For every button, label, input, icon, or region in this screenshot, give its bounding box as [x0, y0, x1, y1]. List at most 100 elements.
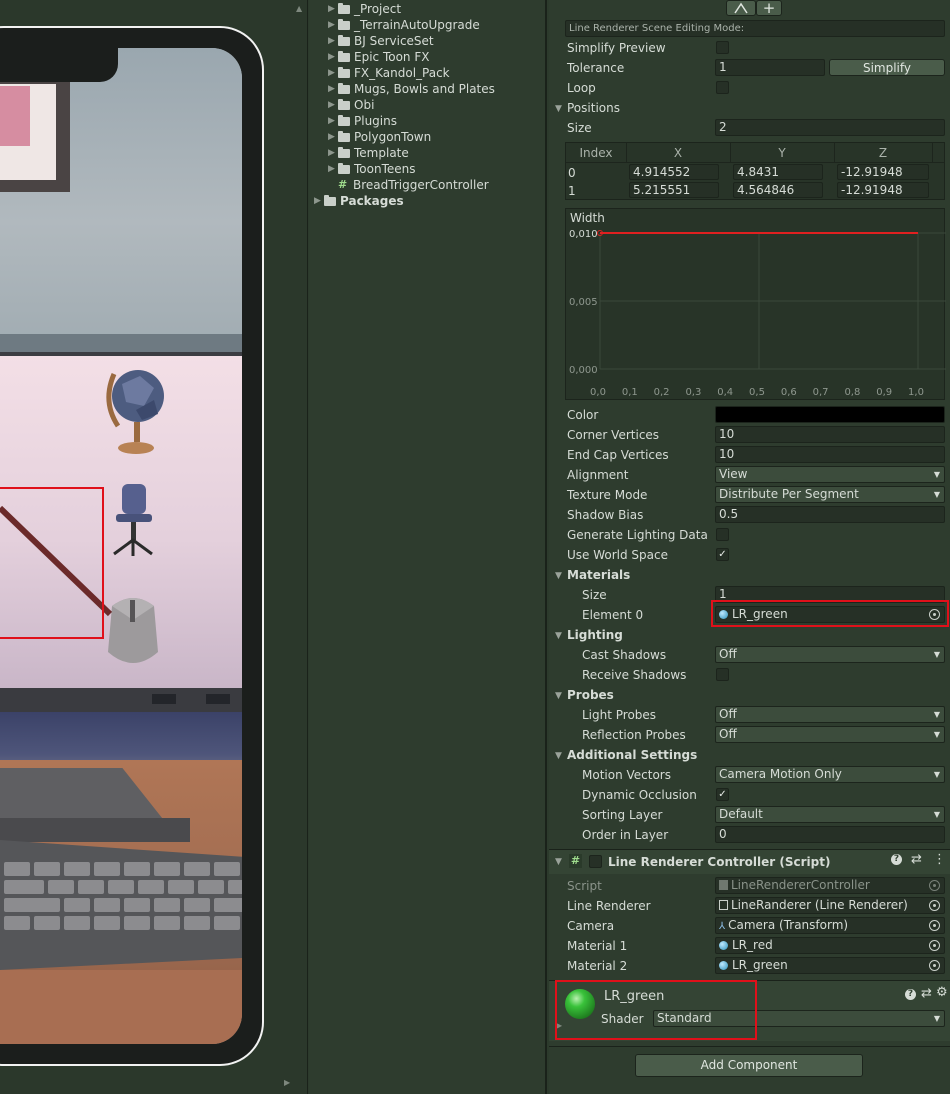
lighting-header[interactable]: Lighting	[567, 628, 623, 642]
chevron-right-icon[interactable]: ▶	[328, 116, 338, 126]
tree-item[interactable]: ▶ Plugins	[328, 113, 566, 129]
width-curve-editor[interactable]: Width 0,0 0,1 0,2 0,3 0,4 0,5 0,6 0,7 0,8 0,9 1,0 0…	[565, 208, 946, 400]
fold-down-icon[interactable]: ▼	[555, 691, 562, 701]
tree-item[interactable]: ▶ ToonTeens	[328, 161, 566, 177]
material-1-value: LR_red	[732, 938, 773, 952]
chevron-right-icon[interactable]: ▶	[328, 68, 338, 78]
object-picker-icon[interactable]	[929, 920, 940, 931]
inspector-panel[interactable]: + Line Renderer Scene Editing Mode: Simp…	[549, 0, 950, 1094]
chevron-right-icon[interactable]: ▶	[314, 196, 324, 206]
edit-points-button[interactable]	[726, 0, 756, 16]
positions-size-field[interactable]: 2	[715, 119, 945, 136]
tree-item[interactable]: ▶ Epic Toon FX	[328, 49, 566, 65]
chevron-right-icon[interactable]: ▶	[328, 100, 338, 110]
simplify-preview-checkbox[interactable]	[716, 41, 729, 54]
property-label: Color	[567, 408, 599, 422]
property-field[interactable]: 0.5	[715, 506, 945, 523]
chevron-right-icon[interactable]: ▶	[328, 36, 338, 46]
tree-item[interactable]: ▶ FX_Kandol_Pack	[328, 65, 566, 81]
chevron-right-icon[interactable]: ▶	[328, 20, 338, 30]
position-y-field[interactable]: 4.564846	[733, 182, 823, 198]
property-field[interactable]: 10	[715, 446, 945, 463]
chevron-right-icon[interactable]: ▶	[328, 132, 338, 142]
position-x-field[interactable]: 4.914552	[629, 164, 719, 180]
tree-item[interactable]: ▶ _TerrainAutoUpgrade	[328, 17, 566, 33]
tree-item[interactable]: ▶ BJ ServiceSet	[328, 33, 566, 49]
chevron-right-icon[interactable]: ▶	[328, 52, 338, 62]
property-label: Use World Space	[567, 548, 669, 562]
fold-down-icon[interactable]: ▼	[555, 104, 562, 114]
receive-shadows-checkbox[interactable]	[716, 668, 729, 681]
fold-down-icon[interactable]: ▼	[555, 751, 562, 761]
project-panel[interactable]: ▶ _Project ▶ _TerrainAutoUpgrade ▶ BJ Service…	[309, 0, 547, 1094]
line-renderer-value: LineRanderer (Line Renderer)	[731, 898, 908, 912]
fold-down-icon[interactable]: ▼	[555, 631, 562, 641]
tree-item[interactable]: # BreadTriggerController	[328, 177, 566, 193]
presets-icon[interactable]: ⇄	[911, 852, 922, 867]
position-z-field[interactable]: -12.91948	[837, 182, 929, 198]
material-icon	[719, 961, 728, 970]
probes-header[interactable]: Probes	[567, 688, 614, 702]
object-picker-icon[interactable]	[929, 940, 940, 951]
property-dropdown[interactable]: View	[715, 466, 945, 483]
tolerance-field[interactable]: 1	[715, 59, 825, 76]
line-renderer-field[interactable]: LineRanderer (Line Renderer)	[715, 897, 945, 914]
gear-icon[interactable]: ⚙	[936, 985, 948, 1000]
simplify-button[interactable]: Simplify	[829, 59, 945, 76]
tree-item[interactable]: ▶ Obi	[328, 97, 566, 113]
tree-item-packages[interactable]: ▶ Packages	[314, 193, 552, 209]
order-in-layer-field[interactable]: 0	[715, 826, 945, 843]
chevron-right-icon[interactable]: ▶	[328, 4, 338, 14]
scroll-up-icon[interactable]: ▲	[296, 4, 302, 13]
position-z-field[interactable]: -12.91948	[837, 164, 929, 180]
position-y-field[interactable]: 4.8431	[733, 164, 823, 180]
line-renderer-label: Line Renderer	[567, 899, 651, 913]
folder-icon	[338, 50, 350, 62]
material-1-field[interactable]: LR_red	[715, 937, 945, 954]
object-picker-icon[interactable]	[929, 900, 940, 911]
cast-shadows-dropdown[interactable]: Off	[715, 646, 945, 663]
tree-item[interactable]: ▶ Template	[328, 145, 566, 161]
materials-header[interactable]: Materials	[567, 568, 630, 582]
help-icon[interactable]: ?	[905, 989, 916, 1000]
more-options-icon[interactable]: ⋮	[933, 852, 946, 867]
width-curve-plot[interactable]: 0,0 0,1 0,2 0,3 0,4 0,5 0,6 0,7 0,8 0,9 1,0 0,010 0,…	[566, 227, 946, 399]
positions-size-label: Size	[567, 121, 592, 135]
camera-label: Camera	[567, 919, 615, 933]
add-component-button[interactable]: Add Component	[635, 1054, 863, 1077]
reflection-probes-dropdown[interactable]: Off	[715, 726, 945, 743]
tree-item[interactable]: ▶ _Project	[328, 1, 566, 17]
dynamic-occlusion-checkbox[interactable]: ✓	[716, 788, 729, 801]
tree-item[interactable]: ▶ PolygonTown	[328, 129, 566, 145]
x-tick-label: 0,6	[781, 387, 797, 398]
component-enabled-checkbox[interactable]	[589, 855, 602, 868]
position-x-field[interactable]: 5.215551	[629, 182, 719, 198]
chevron-right-icon[interactable]: ▶	[328, 148, 338, 158]
fold-down-icon[interactable]: ▼	[555, 571, 562, 581]
presets-icon[interactable]: ⇄	[921, 986, 932, 1001]
property-label: Alignment	[567, 468, 629, 482]
tree-item[interactable]: ▶ Mugs, Bowls and Plates	[328, 81, 566, 97]
component-header[interactable]: ▼ # Line Renderer Controller (Script) ? …	[549, 850, 950, 874]
chevron-right-icon[interactable]: ▶	[328, 164, 338, 174]
light-probes-dropdown[interactable]: Off	[715, 706, 945, 723]
sorting-layer-dropdown[interactable]: Default	[715, 806, 945, 823]
object-picker-icon[interactable]	[929, 960, 940, 971]
color-swatch[interactable]	[715, 406, 945, 423]
game-view[interactable]: ▲ ▶	[0, 0, 308, 1094]
light-probes-label: Light Probes	[582, 708, 657, 722]
material-2-field[interactable]: LR_green	[715, 957, 945, 974]
add-points-button[interactable]: +	[756, 0, 782, 16]
additional-settings-header[interactable]: Additional Settings	[567, 748, 697, 762]
property-checkbox[interactable]	[716, 528, 729, 541]
camera-field[interactable]: ⅄ Camera (Transform)	[715, 917, 945, 934]
motion-vectors-dropdown[interactable]: Camera Motion Only	[715, 766, 945, 783]
property-field[interactable]: 10	[715, 426, 945, 443]
fold-down-icon[interactable]: ▼	[555, 857, 562, 867]
loop-checkbox[interactable]	[716, 81, 729, 94]
scroll-right-icon[interactable]: ▶	[284, 1078, 290, 1087]
property-checkbox[interactable]: ✓	[716, 548, 729, 561]
chevron-right-icon[interactable]: ▶	[328, 84, 338, 94]
property-dropdown[interactable]: Distribute Per Segment	[715, 486, 945, 503]
help-icon[interactable]: ?	[891, 854, 902, 865]
